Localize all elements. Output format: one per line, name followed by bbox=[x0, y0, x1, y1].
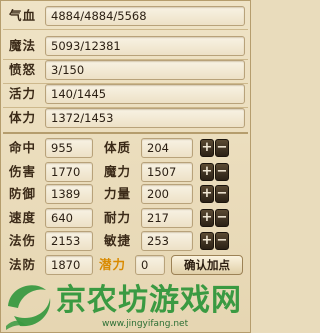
strength-minus-button[interactable]: − bbox=[215, 185, 229, 203]
watermark-url: www.jingyifang.net bbox=[102, 319, 189, 329]
constitution-plus-button[interactable]: + bbox=[200, 139, 214, 157]
magic-power-stepper: + − bbox=[200, 163, 230, 181]
hit-label: 命中 bbox=[9, 140, 37, 155]
hp-value: 4884/4884/5568 bbox=[45, 6, 245, 26]
stamina-label: 体力 bbox=[9, 110, 37, 125]
endurance-minus-button[interactable]: − bbox=[215, 209, 229, 227]
constitution-stepper: + − bbox=[200, 139, 230, 157]
endurance-label: 耐力 bbox=[104, 210, 132, 225]
hit-value: 955 bbox=[45, 138, 93, 158]
speed-label: 速度 bbox=[9, 210, 37, 225]
magic-damage-label: 法伤 bbox=[9, 233, 37, 248]
strength-plus-button[interactable]: + bbox=[200, 185, 214, 203]
hp-label: 气血 bbox=[9, 8, 37, 23]
stamina-value: 1372/1453 bbox=[45, 108, 245, 128]
endurance-stepper: + − bbox=[200, 209, 230, 227]
constitution-value: 204 bbox=[141, 138, 193, 158]
vitality-value: 140/1445 bbox=[45, 84, 245, 104]
magic-power-value: 1507 bbox=[141, 162, 193, 182]
watermark-title: 京农坊游戏网 bbox=[56, 283, 242, 318]
agility-value: 253 bbox=[141, 231, 193, 251]
agility-minus-button[interactable]: − bbox=[215, 232, 229, 250]
defense-label: 防御 bbox=[9, 186, 37, 201]
endurance-plus-button[interactable]: + bbox=[200, 209, 214, 227]
strength-value: 200 bbox=[141, 184, 193, 204]
constitution-minus-button[interactable]: − bbox=[215, 139, 229, 157]
magic-defense-value: 1870 bbox=[45, 255, 93, 275]
magic-defense-label: 法防 bbox=[9, 257, 37, 272]
damage-label: 伤害 bbox=[9, 164, 37, 179]
magic-power-plus-button[interactable]: + bbox=[200, 163, 214, 181]
vitality-label: 活力 bbox=[9, 86, 37, 101]
anger-label: 愤怒 bbox=[9, 62, 37, 77]
section-divider bbox=[3, 132, 248, 134]
magic-power-label: 魔力 bbox=[104, 164, 132, 179]
agility-label: 敏捷 bbox=[104, 233, 132, 248]
potential-value: 0 bbox=[135, 255, 165, 275]
agility-plus-button[interactable]: + bbox=[200, 232, 214, 250]
potential-label: 潜力 bbox=[99, 257, 127, 272]
mp-value: 5093/12381 bbox=[45, 36, 245, 56]
constitution-label: 体质 bbox=[104, 140, 132, 155]
speed-value: 640 bbox=[45, 208, 93, 228]
confirm-points-button[interactable]: 确认加点 bbox=[171, 255, 243, 275]
agility-stepper: + − bbox=[200, 232, 230, 250]
magic-damage-value: 2153 bbox=[45, 231, 93, 251]
defense-value: 1389 bbox=[45, 184, 93, 204]
mp-label: 魔法 bbox=[9, 38, 37, 53]
divider bbox=[3, 29, 248, 30]
anger-value: 3/150 bbox=[45, 60, 245, 80]
magic-power-minus-button[interactable]: − bbox=[215, 163, 229, 181]
damage-value: 1770 bbox=[45, 162, 93, 182]
strength-stepper: + − bbox=[200, 185, 230, 203]
strength-label: 力量 bbox=[104, 186, 132, 201]
endurance-value: 217 bbox=[141, 208, 193, 228]
